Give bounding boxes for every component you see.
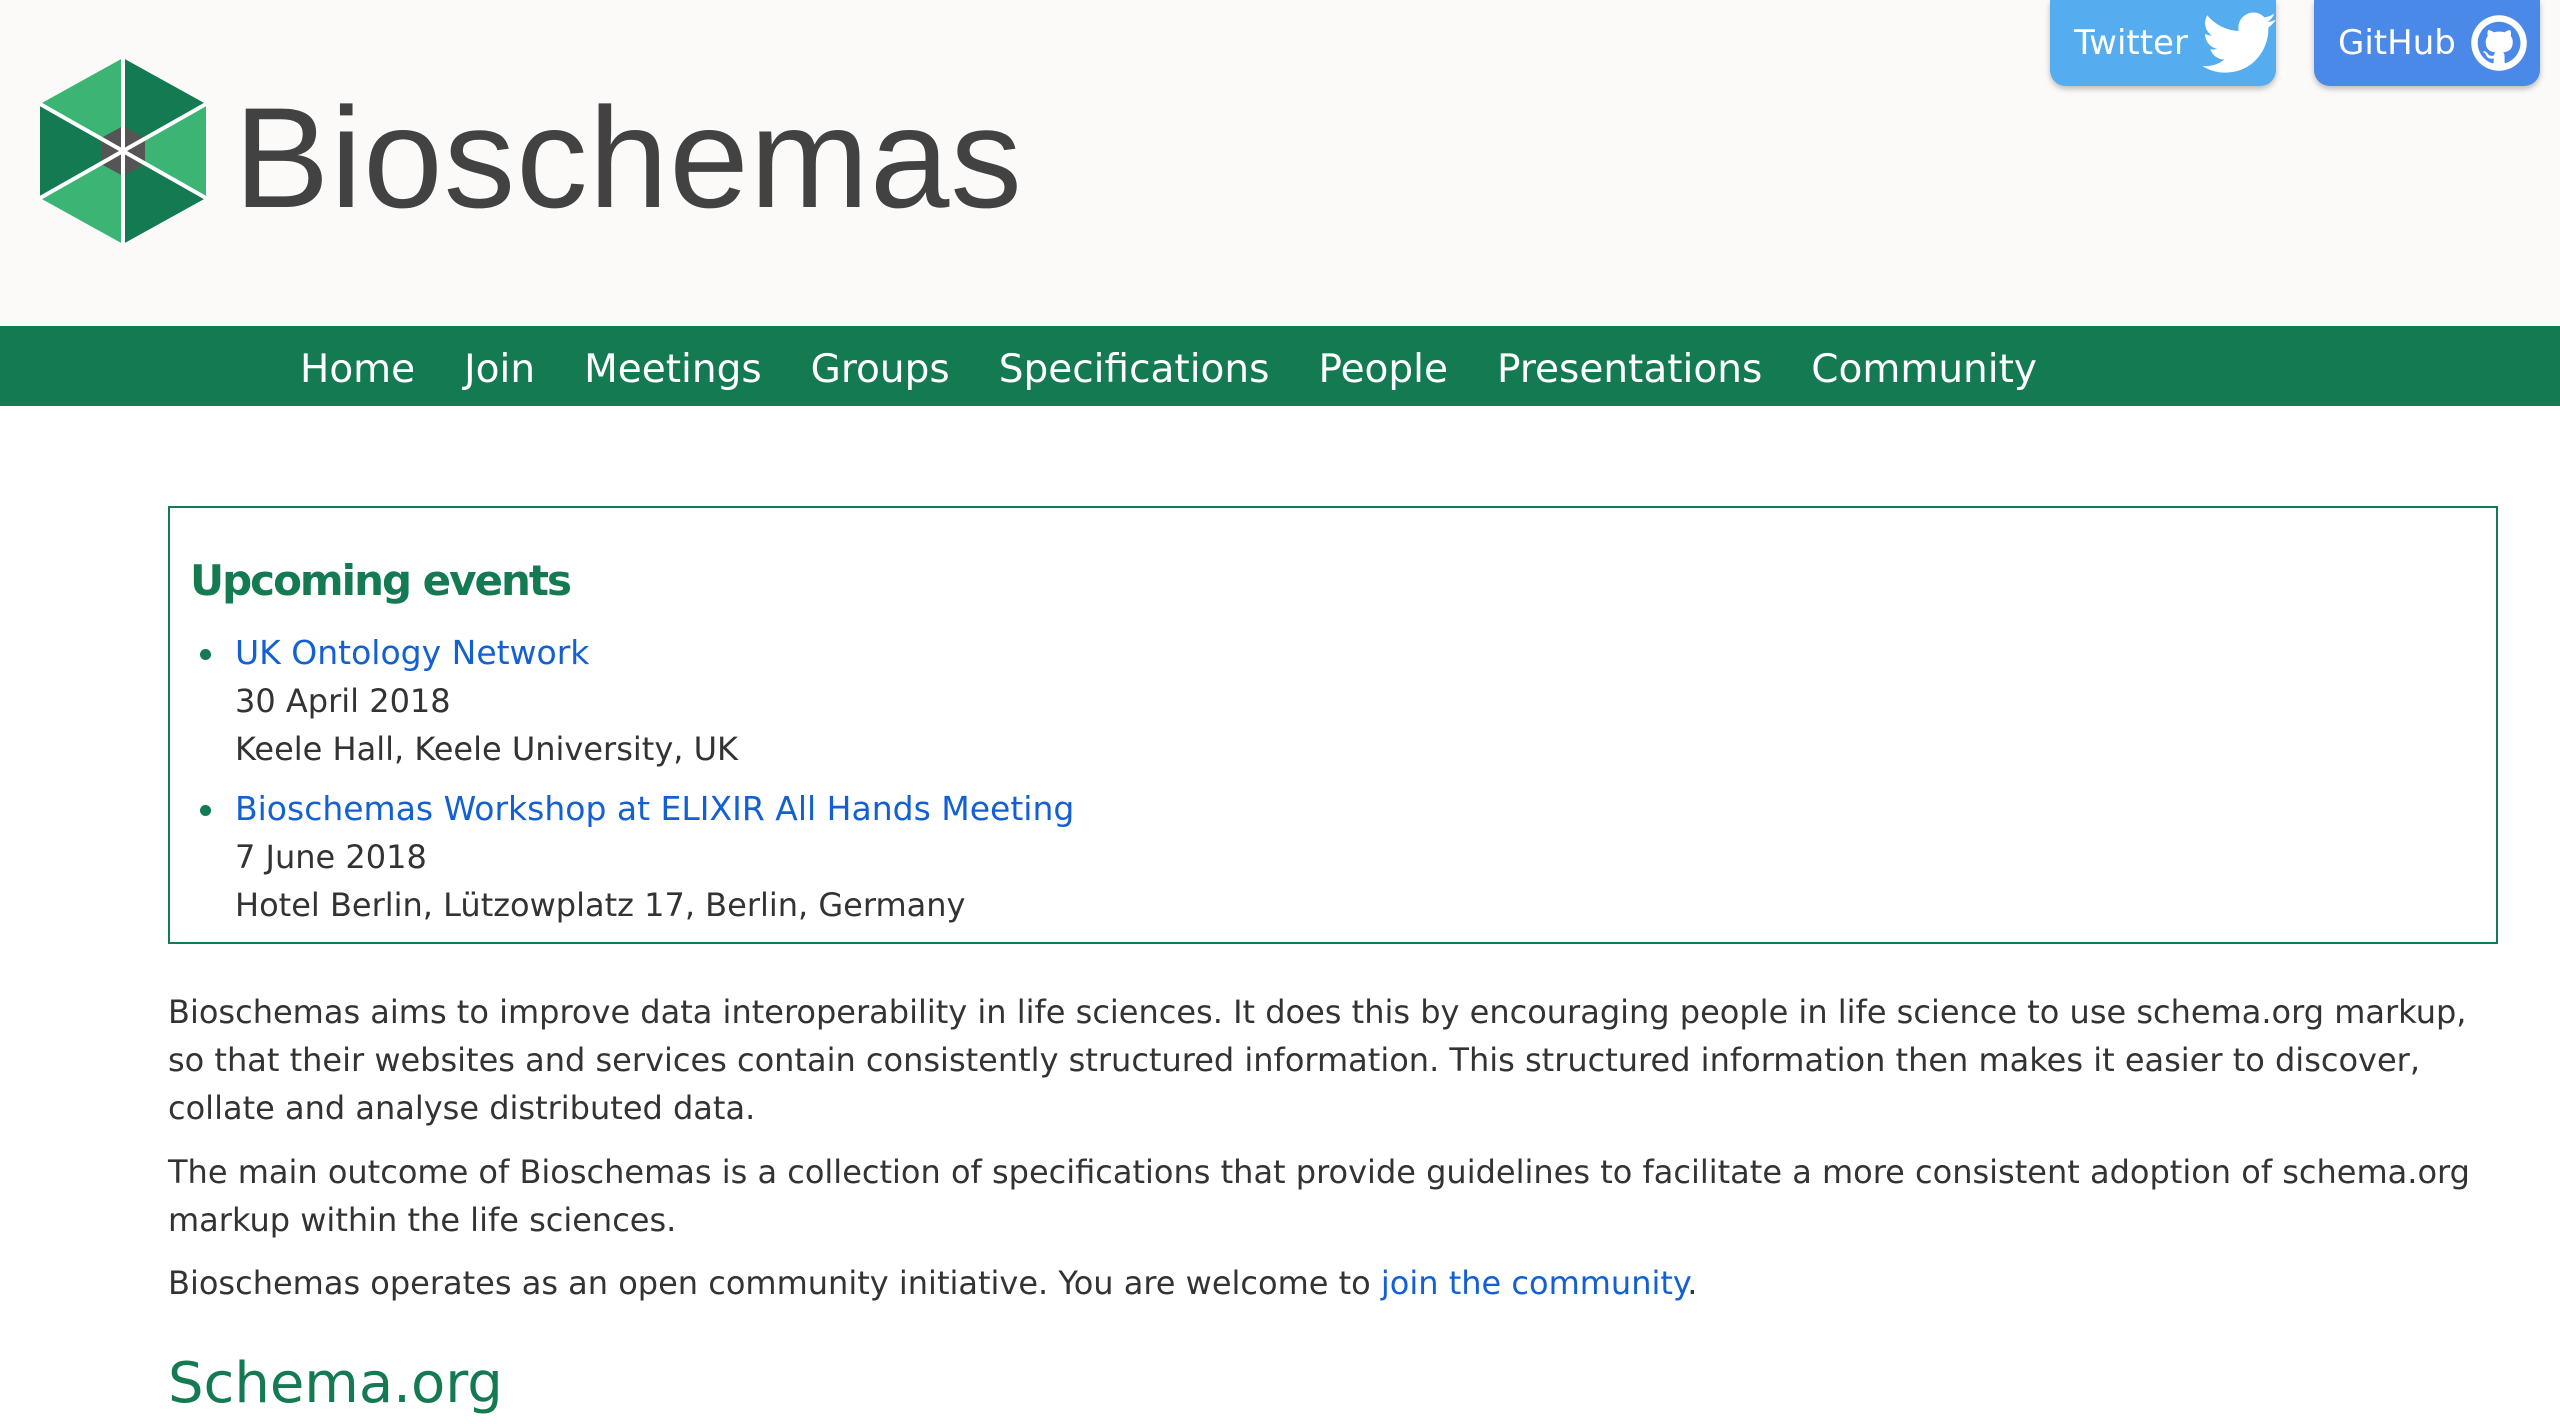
intro-paragraph: Bioschemas aims to improve data interope… (168, 993, 2467, 1127)
nav-item-specifications[interactable]: Specifications (999, 342, 1270, 398)
twitter-button[interactable]: Twitter (2050, 0, 2276, 86)
nav-item-presentations[interactable]: Presentations (1497, 342, 1762, 398)
twitter-bird-icon (2201, 12, 2276, 73)
event-location: Hotel Berlin, Lützowplatz 17, Berlin, Ge… (235, 886, 966, 924)
github-octocat-icon (2471, 15, 2527, 71)
event-date: 7 June 2018 (235, 838, 427, 876)
event-location: Keele Hall, Keele University, UK (235, 730, 738, 768)
bullet-icon (200, 649, 211, 660)
github-button[interactable]: GitHub (2314, 0, 2540, 86)
community-paragraph: Bioschemas operates as an open community… (168, 1259, 2508, 1307)
event-date: 30 April 2018 (235, 682, 451, 720)
join-community-link[interactable]: join the community (1381, 1264, 1687, 1302)
nav-item-meetings[interactable]: Meetings (584, 342, 762, 398)
event-link[interactable]: Bioschemas Workshop at ELIXIR All Hands … (235, 785, 1074, 833)
bullet-icon (200, 805, 211, 816)
nav-item-people[interactable]: People (1318, 342, 1448, 398)
event-link[interactable]: UK Ontology Network (235, 629, 589, 677)
github-label: GitHub (2338, 23, 2456, 63)
community-text-end: . (1687, 1264, 1698, 1302)
bioschemas-logo-icon[interactable] (40, 58, 206, 244)
nav-item-home[interactable]: Home (300, 342, 415, 398)
community-text: Bioschemas operates as an open community… (168, 1264, 1381, 1302)
schema-org-heading: Schema.org (168, 1351, 503, 1416)
nav-item-join[interactable]: Join (464, 342, 535, 398)
main-nav: Home Join Meetings Groups Specifications… (0, 326, 2560, 406)
twitter-label: Twitter (2074, 23, 2188, 63)
nav-item-groups[interactable]: Groups (811, 342, 950, 398)
upcoming-events-box: Upcoming events UK Ontology Network 30 A… (168, 506, 2498, 944)
upcoming-events-heading: Upcoming events (190, 556, 572, 605)
site-title[interactable]: Bioschemas (234, 74, 1023, 244)
nav-item-community[interactable]: Community (1811, 342, 2037, 398)
site-header: Bioschemas Twitter GitHub (0, 0, 2560, 326)
outcome-paragraph: The main outcome of Bioschemas is a coll… (168, 1153, 2470, 1239)
